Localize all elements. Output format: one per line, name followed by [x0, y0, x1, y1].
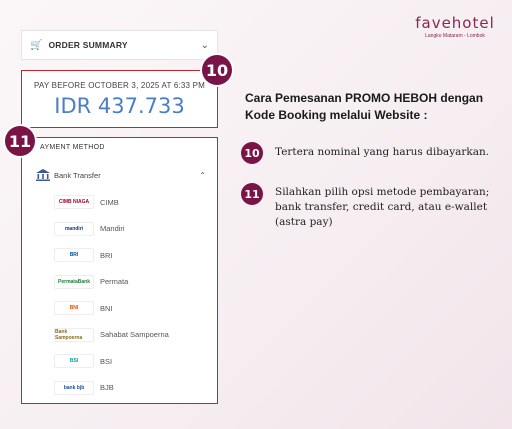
chevron-up-icon[interactable]: ⌃ — [199, 171, 206, 180]
chevron-down-icon[interactable]: ⌄ — [201, 40, 209, 51]
instruction-item-11: 11 Silahkan pilih opsi metode pembayaran… — [241, 183, 510, 230]
instructions-heading: Cara Pemesanan PROMO HEBOH dengan Kode B… — [245, 91, 484, 122]
bank-logo: PermataBank — [54, 274, 94, 289]
bank-option[interactable]: BSI BSI — [54, 354, 112, 368]
instruction-text: Silahkan pilih opsi metode pembayaran; b… — [275, 186, 490, 228]
bank-logo: BRI — [54, 248, 94, 262]
instruction-number: 11 — [241, 183, 263, 205]
bank-option[interactable]: bank bjb BJB — [54, 380, 114, 395]
bank-name: Mandiri — [100, 224, 125, 233]
bank-name: BRI — [100, 250, 113, 260]
bank-transfer-label: Bank Transfer — [54, 170, 101, 180]
bank-option[interactable]: BRI BRI — [54, 248, 113, 262]
bank-logo: CIMB NIAGA — [54, 195, 94, 209]
bank-transfer-toggle[interactable]: Bank Transfer ⌃ — [36, 169, 206, 181]
bank-option[interactable]: CIMB NIAGA CIMB — [54, 195, 119, 209]
step-badge-10: 10 — [202, 55, 232, 85]
step-badge-11: 11 — [5, 126, 35, 156]
logo-name: favehotel — [415, 14, 495, 32]
bank-option[interactable]: PermataBank Permata — [54, 274, 129, 289]
payment-due-box: PAY BEFORE OCTOBER 3, 2025 AT 6:33 PM ID… — [21, 70, 218, 128]
bank-option[interactable]: Bank Sampoerna Sahabat Sampoerna — [54, 327, 169, 342]
bank-name: BJB — [100, 383, 114, 392]
cart-icon: 🛒 — [30, 39, 43, 51]
instruction-item-10: 10 Tertera nominal yang harus dibayarkan… — [241, 142, 510, 164]
bank-logo: BNI — [54, 301, 94, 315]
instruction-number: 10 — [241, 142, 263, 164]
bank-logo: bank bjb — [54, 380, 94, 395]
logo-subtitle: Langko Mataram - Lombok — [425, 33, 485, 39]
payment-deadline: PAY BEFORE OCTOBER 3, 2025 AT 6:33 PM — [33, 81, 206, 90]
bank-name: CIMB — [100, 197, 119, 207]
favehotel-logo: favehotel Langko Mataram - Lombok — [415, 14, 495, 39]
instruction-text: Tertera nominal yang harus dibayarkan. — [275, 146, 490, 158]
bank-icon — [36, 169, 50, 181]
bank-name: Permata — [100, 277, 129, 286]
bank-name: BNI — [100, 303, 113, 313]
bank-option[interactable]: mandiri Mandiri — [54, 221, 125, 236]
bank-name: Sahabat Sampoerna — [100, 330, 169, 339]
bank-option[interactable]: BNI BNI — [54, 301, 113, 315]
bank-logo: BSI — [54, 354, 94, 368]
payment-method-panel: AYMENT METHOD Bank Transfer ⌃ CIMB NIAGA… — [21, 137, 218, 404]
bank-name: BSI — [100, 356, 113, 366]
order-summary-header[interactable]: 🛒 ORDER SUMMARY ⌄ — [21, 30, 218, 60]
payment-amount: IDR 437.733 — [54, 94, 185, 118]
order-summary-title: ORDER SUMMARY — [48, 40, 128, 50]
bank-logo: Bank Sampoerna — [54, 327, 94, 342]
payment-method-title: AYMENT METHOD — [40, 144, 105, 151]
bank-logo: mandiri — [54, 221, 94, 236]
